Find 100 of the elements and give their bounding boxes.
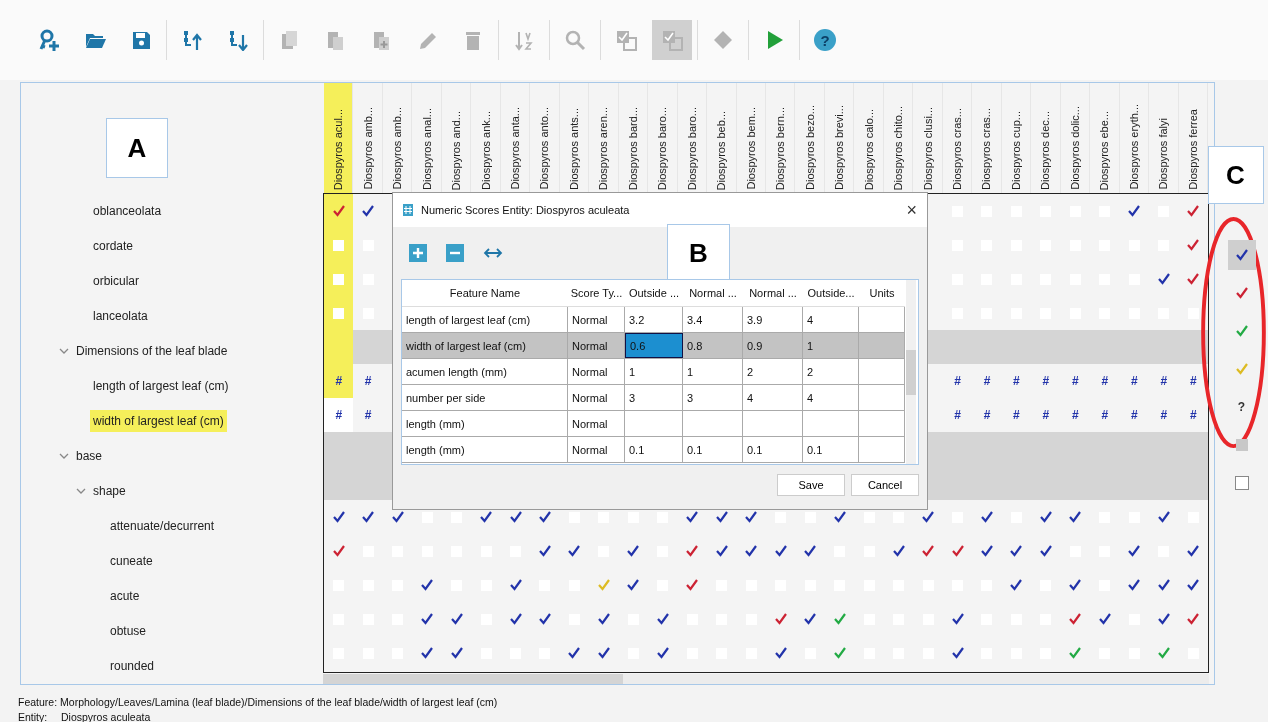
cancel-button[interactable]: Cancel (851, 474, 919, 496)
table-cell[interactable]: 2 (803, 359, 859, 384)
table-cell[interactable]: number per side (402, 385, 568, 410)
legend-option[interactable] (1227, 240, 1256, 270)
check-icon[interactable] (627, 545, 640, 557)
table-cell[interactable]: 3.4 (683, 307, 743, 332)
check-icon[interactable] (745, 511, 758, 523)
column-header[interactable]: Diospyros baro... (685, 106, 698, 190)
numeric-marker[interactable]: # (1101, 374, 1109, 388)
numeric-marker[interactable]: # (954, 374, 961, 388)
column-down-icon[interactable] (227, 29, 249, 51)
column-header[interactable]: Diospyros beb... (715, 110, 728, 190)
check-icon[interactable] (1157, 579, 1170, 591)
table-cell[interactable]: 3 (625, 385, 683, 410)
check-icon[interactable] (833, 613, 846, 625)
save-button[interactable]: Save (777, 474, 845, 496)
user-add-icon[interactable] (38, 29, 60, 51)
check-icon[interactable] (686, 545, 699, 557)
table-cell[interactable]: 0.1 (803, 437, 859, 462)
check-icon[interactable] (568, 647, 581, 659)
check-icon[interactable] (686, 511, 699, 523)
check-icon[interactable] (597, 579, 610, 591)
table-cell[interactable]: 0.9 (743, 333, 803, 358)
column-header[interactable]: Diospyros ferrea (1186, 109, 1199, 190)
table-cell[interactable]: length (mm) (402, 411, 568, 436)
check-icon[interactable] (1157, 273, 1170, 285)
numeric-marker[interactable]: # (1101, 408, 1109, 422)
check-icon[interactable] (1039, 511, 1052, 523)
check-icon[interactable] (1069, 579, 1082, 591)
legend-option[interactable]: ? (1227, 392, 1256, 422)
check-icon[interactable] (421, 613, 434, 625)
table-cell[interactable]: 0.1 (683, 437, 743, 462)
numeric-marker[interactable]: # (1160, 374, 1168, 388)
save-icon[interactable] (130, 29, 152, 51)
blank-square[interactable] (333, 307, 345, 319)
check-icon[interactable] (981, 511, 993, 523)
column-header[interactable]: Score Ty... (568, 280, 625, 306)
check-icon[interactable] (1157, 511, 1170, 523)
check-icon[interactable] (539, 545, 551, 557)
check-icon[interactable] (597, 647, 610, 659)
tree-item[interactable]: attenuate/decurrent (107, 514, 218, 537)
column-header[interactable]: Diospyros clusi... (921, 106, 934, 190)
scrollbar[interactable] (323, 674, 1209, 684)
column-header[interactable]: Diospyros calo... (862, 108, 875, 190)
check-icon[interactable] (715, 545, 728, 557)
check-icon[interactable] (656, 613, 669, 625)
check-icon[interactable] (627, 579, 640, 591)
column-header[interactable]: Diospyros anta... (509, 107, 522, 190)
table-cell[interactable]: 2 (743, 359, 803, 384)
numeric-marker[interactable]: # (1013, 374, 1020, 388)
tree-item[interactable]: cuneate (107, 549, 156, 572)
numeric-marker[interactable]: # (983, 374, 991, 388)
column-header[interactable]: Diospyros cras... (951, 108, 964, 190)
check-icon[interactable] (804, 545, 817, 557)
column-header[interactable]: Diospyros amb... (361, 107, 374, 190)
check-icon[interactable] (951, 647, 964, 659)
column-header[interactable]: Diospyros ants... (567, 108, 580, 190)
check-icon[interactable] (804, 613, 817, 625)
table-cell[interactable]: 4 (803, 307, 859, 332)
numeric-marker[interactable]: # (1042, 408, 1050, 422)
table-cell[interactable]: 0.8 (683, 333, 743, 358)
column-header[interactable]: Diospyros and... (450, 110, 463, 190)
column-header[interactable]: Diospyros cras... (980, 108, 993, 190)
column-header[interactable]: Diospyros eryth... (1127, 104, 1140, 190)
check-icon[interactable] (922, 545, 935, 557)
check-icon[interactable] (1187, 579, 1200, 591)
check-icon[interactable] (450, 613, 463, 625)
check-icon[interactable] (450, 647, 463, 659)
blank-square[interactable] (775, 511, 787, 523)
blank-square[interactable] (333, 273, 345, 285)
column-header[interactable]: Diospyros bern... (774, 106, 787, 190)
table-cell[interactable]: 3.9 (743, 307, 803, 332)
check-icon[interactable] (686, 579, 699, 591)
numeric-marker[interactable]: # (1189, 408, 1197, 422)
check-icon[interactable] (362, 205, 375, 217)
blank-square[interactable] (657, 511, 669, 523)
tree-item[interactable]: length of largest leaf (cm) (90, 374, 232, 397)
table-cell[interactable]: Normal (568, 411, 625, 436)
check-icon[interactable] (539, 613, 551, 625)
numeric-marker[interactable]: # (1131, 408, 1138, 422)
remove-icon[interactable] (446, 244, 464, 262)
blank-square[interactable] (863, 511, 875, 523)
tree-item[interactable]: cordate (90, 234, 137, 257)
tree-item[interactable]: Dimensions of the leaf blade (73, 339, 231, 362)
tree-item[interactable]: obtuse (107, 619, 150, 642)
table-cell[interactable]: acumen length (mm) (402, 359, 568, 384)
check-icon[interactable] (833, 647, 846, 659)
check-icon[interactable] (774, 545, 787, 557)
check-icon[interactable] (1039, 545, 1052, 557)
tree-item[interactable]: base (73, 444, 106, 467)
column-header[interactable]: Diospyros dec... (1039, 111, 1052, 190)
table-cell[interactable]: Normal (568, 437, 625, 462)
check-icon[interactable] (1187, 205, 1200, 217)
table-cell[interactable]: 0.1 (743, 437, 803, 462)
tree-item[interactable]: orbicular (90, 269, 143, 292)
check-icon[interactable] (981, 545, 993, 557)
check-icon[interactable] (1128, 545, 1141, 557)
table-cell[interactable]: length (mm) (402, 437, 568, 462)
table-cell[interactable]: Normal (568, 359, 625, 384)
numeric-marker[interactable]: # (983, 408, 991, 422)
